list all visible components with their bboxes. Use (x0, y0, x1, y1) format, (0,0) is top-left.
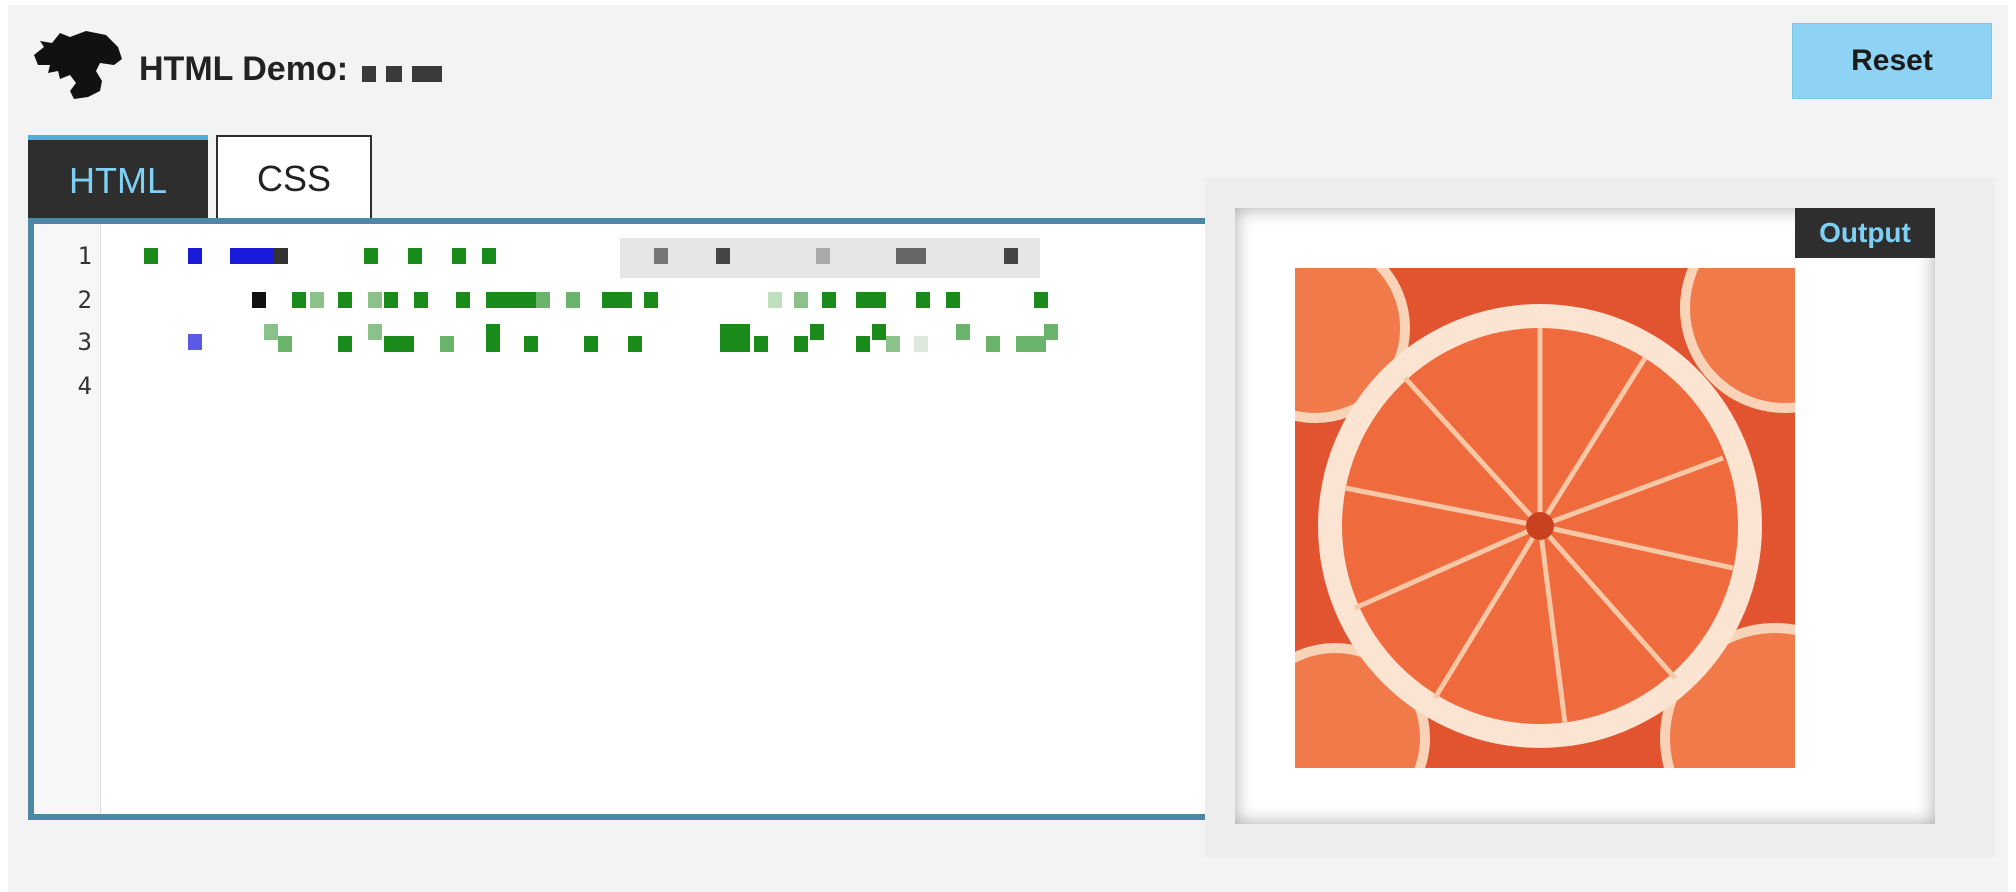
dinosaur-logo-icon (34, 31, 122, 99)
code-line-obscured (104, 324, 1154, 364)
line-number: 3 (77, 328, 92, 356)
code-line-obscured (104, 238, 1154, 278)
tab-css[interactable]: CSS (216, 135, 372, 221)
line-number: 1 (77, 242, 92, 270)
output-panel: Output (1205, 178, 1995, 858)
reset-button[interactable]: Reset (1792, 23, 1992, 99)
output-label: Output (1795, 208, 1935, 258)
tab-html[interactable]: HTML (28, 135, 208, 221)
page-title: HTML Demo: (139, 49, 349, 88)
output-frame: Output (1235, 208, 1935, 824)
line-number: 4 (77, 372, 92, 400)
line-number: 2 (77, 286, 92, 314)
code-line-obscured (104, 282, 1154, 322)
line-number-gutter: 1 2 3 4 (34, 224, 101, 814)
code-editor[interactable]: 1 2 3 4 (28, 218, 1228, 820)
page-background: HTML Demo: Reset HTML CSS 1 2 3 4 Output (8, 5, 2008, 892)
page-title-obscured (362, 66, 443, 82)
orange-slice-image (1295, 268, 1795, 768)
page-title-row: HTML Demo: (139, 49, 443, 89)
